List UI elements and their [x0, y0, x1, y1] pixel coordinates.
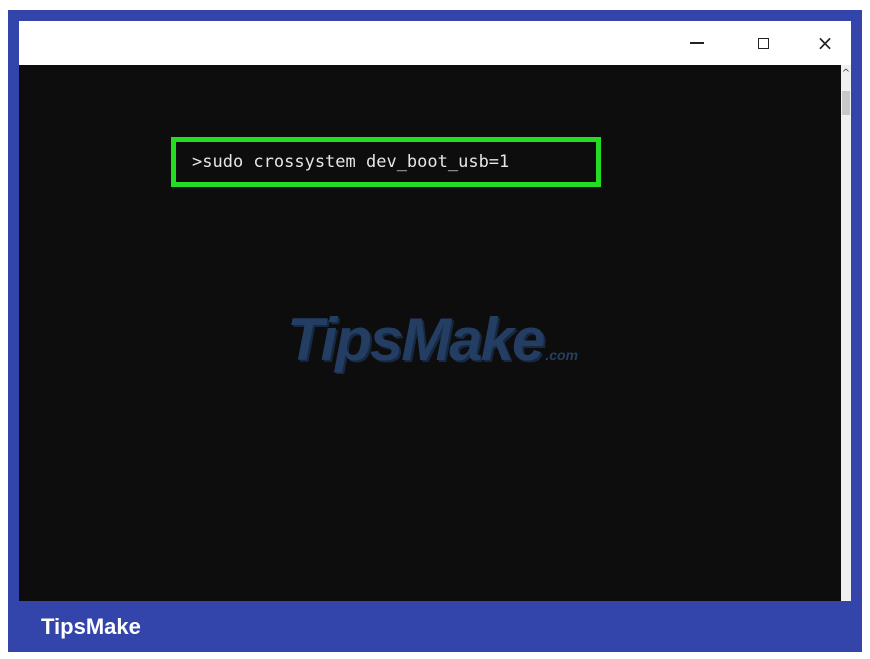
brand-label: TipsMake [41, 613, 141, 639]
vertical-scrollbar[interactable]: ^ [841, 65, 851, 601]
minimize-button[interactable] [667, 21, 727, 65]
watermark-main: TipsMake [287, 306, 545, 373]
maximize-button[interactable] [733, 21, 793, 65]
command-line: >sudo crossystem dev_boot_usb=1 [192, 152, 510, 172]
command-highlight-box: >sudo crossystem dev_boot_usb=1 [171, 137, 601, 187]
console-area[interactable]: >sudo crossystem dev_boot_usb=1 TipsMake… [19, 65, 841, 601]
brand-footer: TipsMake [8, 601, 862, 652]
close-button[interactable]: × [795, 21, 851, 65]
minimize-icon [690, 42, 704, 44]
scroll-thumb[interactable] [842, 91, 850, 115]
watermark-logo: TipsMake .com [287, 305, 578, 374]
scroll-up-icon[interactable]: ^ [841, 67, 851, 81]
terminal-window: × >sudo crossystem dev_boot_usb=1 TipsMa… [19, 21, 851, 601]
image-frame: × >sudo crossystem dev_boot_usb=1 TipsMa… [8, 10, 862, 652]
watermark-suffix: .com [545, 347, 579, 363]
maximize-icon [757, 37, 769, 49]
close-icon: × [816, 31, 834, 55]
title-bar[interactable]: × [19, 21, 851, 65]
